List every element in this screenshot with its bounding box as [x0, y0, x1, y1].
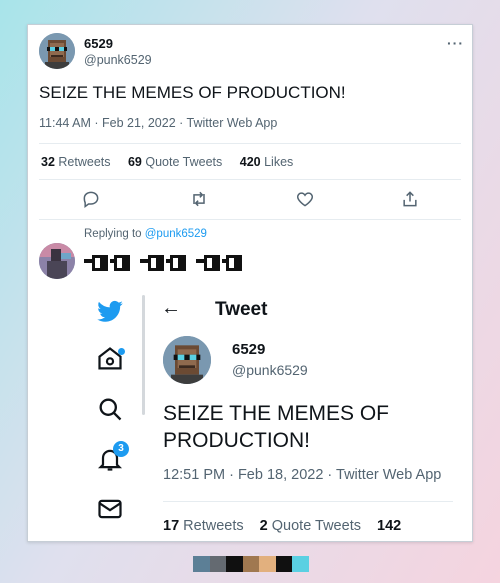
author-handle[interactable]: @punk6529: [84, 53, 152, 67]
quote-tweets-stat[interactable]: 69 Quote Tweets: [128, 155, 222, 169]
author-name[interactable]: 6529: [84, 36, 113, 51]
screenshot-card: 6529 @punk6529 ··· SEIZE THE MEMES OF PR…: [27, 24, 473, 542]
page-title: Tweet: [215, 299, 268, 320]
retweets-stat[interactable]: 17 Retweets: [163, 518, 244, 534]
divider: [39, 219, 461, 220]
twitter-bird-icon[interactable]: [96, 297, 124, 325]
tweet-meta[interactable]: 12:51 PM · Feb 18, 2022 · Twitter Web Ap…: [163, 467, 441, 483]
search-icon[interactable]: [96, 395, 124, 423]
retweet-icon[interactable]: [189, 189, 209, 209]
back-arrow-icon[interactable]: ←: [161, 297, 181, 320]
palette-swatch: [242, 556, 259, 572]
quote-tweets-stat[interactable]: 2 Quote Tweets: [260, 518, 361, 534]
tweet-stats: 17 Retweets 2 Quote Tweets 142: [163, 518, 413, 534]
divider: [163, 501, 453, 502]
divider: [39, 179, 461, 180]
likes-stat[interactable]: 420 Likes: [240, 155, 294, 169]
reply-avatar[interactable]: [39, 243, 75, 279]
avatar[interactable]: [163, 336, 211, 384]
likes-stat[interactable]: 142: [377, 518, 401, 534]
author-handle[interactable]: @punk6529: [232, 362, 308, 378]
tweet-stats: 32 Retweets 69 Quote Tweets 420 Likes: [41, 155, 307, 169]
tweet-text: SEIZE THE MEMES OF PRODUCTION!: [163, 402, 389, 452]
mention-link[interactable]: @punk6529: [145, 228, 207, 240]
tweet-detail-column: ← Tweet 6529 @punk6529 SEIZE THE MEMES O…: [149, 290, 472, 541]
tweet-text: SEIZE THE MEMES OF PRODUCTION!: [39, 83, 346, 102]
palette-swatch: [226, 556, 243, 572]
embedded-tweet-screenshot[interactable]: 3 ← Tweet 6529 @punk6529 SEIZE THE MEMES…: [83, 290, 472, 541]
replying-to: Replying to @punk6529: [84, 228, 207, 240]
divider: [39, 143, 461, 144]
retweets-stat[interactable]: 32 Retweets: [41, 155, 111, 169]
sidebar-nav: 3: [83, 290, 141, 541]
scrollbar[interactable]: [142, 295, 145, 415]
palette-swatch: [193, 556, 210, 572]
tweet-meta[interactable]: 11:44 AM · Feb 21, 2022 · Twitter Web Ap…: [39, 116, 277, 130]
color-palette: [193, 556, 309, 572]
palette-swatch: [259, 556, 276, 572]
messages-icon[interactable]: [96, 495, 124, 523]
palette-swatch: [209, 556, 226, 572]
share-icon[interactable]: [400, 189, 420, 209]
notifications-badge: 3: [113, 441, 129, 457]
noggles-emoji-row: [84, 255, 242, 276]
more-options-icon[interactable]: ···: [447, 35, 464, 51]
like-icon[interactable]: [295, 189, 315, 209]
palette-swatch: [275, 556, 292, 572]
avatar[interactable]: [39, 33, 75, 69]
reply-icon[interactable]: [81, 189, 101, 209]
home-notification-dot: [118, 348, 125, 355]
author-name[interactable]: 6529: [232, 341, 265, 358]
palette-swatch: [292, 556, 309, 572]
tweet-actions: [28, 189, 472, 211]
